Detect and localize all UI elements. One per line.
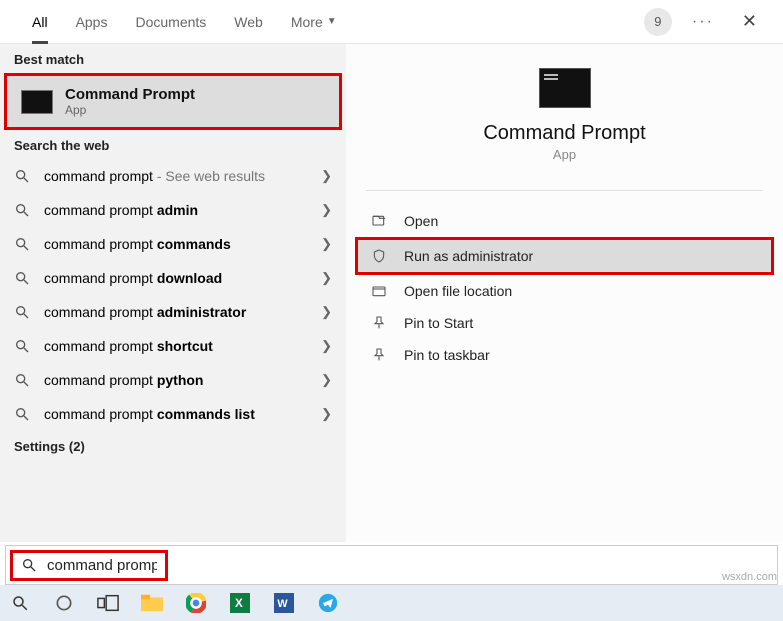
separator: [366, 190, 763, 191]
preview-title: Command Prompt: [346, 122, 783, 145]
web-result-3[interactable]: command prompt download ❯: [0, 261, 346, 295]
chevron-right-icon: ❯: [321, 372, 332, 388]
shield-icon: [370, 248, 388, 264]
chrome-icon[interactable]: [184, 591, 208, 615]
chevron-down-icon: ▼: [327, 16, 337, 27]
action-pin-taskbar-label: Pin to taskbar: [404, 347, 490, 363]
tab-all[interactable]: All: [18, 0, 62, 44]
action-pin-start[interactable]: Pin to Start: [346, 307, 783, 339]
tab-documents[interactable]: Documents: [121, 0, 220, 44]
web-result-text: command prompt download: [44, 270, 222, 286]
best-match-item[interactable]: Command Prompt App: [7, 76, 339, 127]
svg-text:W: W: [277, 598, 288, 610]
chevron-right-icon: ❯: [321, 270, 332, 286]
search-icon: [14, 372, 30, 388]
search-icon: [14, 270, 30, 286]
search-icon: [14, 338, 30, 354]
results-panel: Best match Command Prompt App Search the…: [0, 44, 346, 542]
preview-app-icon: [539, 68, 591, 108]
search-icon: [21, 557, 37, 573]
web-result-text: command prompt shortcut: [44, 338, 213, 354]
excel-icon[interactable]: X: [228, 591, 252, 615]
chevron-right-icon: ❯: [321, 168, 332, 184]
action-open-location[interactable]: Open file location: [346, 275, 783, 307]
search-icon: [14, 304, 30, 320]
preview-subtitle: App: [346, 147, 783, 162]
tab-apps[interactable]: Apps: [62, 0, 122, 44]
taskbar-search-icon[interactable]: [8, 591, 32, 615]
word-icon[interactable]: W: [272, 591, 296, 615]
web-result-text: command prompt admin: [44, 202, 198, 218]
chevron-right-icon: ❯: [321, 304, 332, 320]
cortana-icon[interactable]: [52, 591, 76, 615]
web-result-1[interactable]: command prompt admin ❯: [0, 193, 346, 227]
task-view-icon[interactable]: [96, 591, 120, 615]
open-icon: [370, 213, 388, 229]
telegram-icon[interactable]: [316, 591, 340, 615]
action-open-label: Open: [404, 213, 438, 229]
tab-more[interactable]: More ▼: [277, 0, 351, 44]
search-icon: [14, 236, 30, 252]
chevron-right-icon: ❯: [321, 236, 332, 252]
pin-start-icon: [370, 315, 388, 331]
more-options-icon[interactable]: ···: [692, 13, 714, 31]
preview-panel: Command Prompt App Open Run as administr…: [346, 44, 783, 542]
settings-heading: Settings (2): [0, 431, 346, 460]
close-icon[interactable]: ✕: [734, 9, 765, 34]
search-web-heading: Search the web: [0, 130, 346, 159]
action-run-admin[interactable]: Run as administrator: [355, 237, 774, 275]
action-open-location-label: Open file location: [404, 283, 512, 299]
web-result-text: command prompt python: [44, 372, 203, 388]
search-bar[interactable]: [5, 545, 778, 585]
notification-badge[interactable]: 9: [644, 8, 672, 36]
web-result-text: command prompt commands list: [44, 406, 255, 422]
chevron-right-icon: ❯: [321, 338, 332, 354]
best-match-heading: Best match: [0, 44, 346, 73]
best-match-subtitle: App: [65, 103, 195, 117]
folder-icon: [370, 283, 388, 299]
watermark: wsxdn.com: [722, 571, 777, 583]
chevron-right-icon: ❯: [321, 406, 332, 422]
web-result-0[interactable]: command prompt - See web results ❯: [0, 159, 346, 193]
file-explorer-icon[interactable]: [140, 591, 164, 615]
web-result-7[interactable]: command prompt commands list ❯: [0, 397, 346, 431]
filter-tabs: All Apps Documents Web More ▼ 9 ··· ✕: [0, 0, 783, 44]
web-result-text: command prompt administrator: [44, 304, 246, 320]
web-result-4[interactable]: command prompt administrator ❯: [0, 295, 346, 329]
web-result-2[interactable]: command prompt commands ❯: [0, 227, 346, 261]
action-run-admin-label: Run as administrator: [404, 248, 533, 264]
tab-more-label: More: [291, 14, 323, 30]
web-result-text: command prompt - See web results: [44, 168, 265, 184]
search-input[interactable]: [47, 557, 157, 574]
search-icon: [14, 202, 30, 218]
web-result-text: command prompt commands: [44, 236, 231, 252]
pin-taskbar-icon: [370, 347, 388, 363]
taskbar: X W: [0, 585, 783, 621]
action-pin-start-label: Pin to Start: [404, 315, 473, 331]
web-result-6[interactable]: command prompt python ❯: [0, 363, 346, 397]
best-match-title: Command Prompt: [65, 86, 195, 103]
best-match-highlight: Command Prompt App: [4, 73, 342, 130]
svg-text:X: X: [235, 597, 243, 610]
command-prompt-icon: [21, 90, 53, 114]
chevron-right-icon: ❯: [321, 202, 332, 218]
search-icon: [14, 406, 30, 422]
search-icon: [14, 168, 30, 184]
web-result-5[interactable]: command prompt shortcut ❯: [0, 329, 346, 363]
action-open[interactable]: Open: [346, 205, 783, 237]
tab-web[interactable]: Web: [220, 0, 277, 44]
action-pin-taskbar[interactable]: Pin to taskbar: [346, 339, 783, 371]
